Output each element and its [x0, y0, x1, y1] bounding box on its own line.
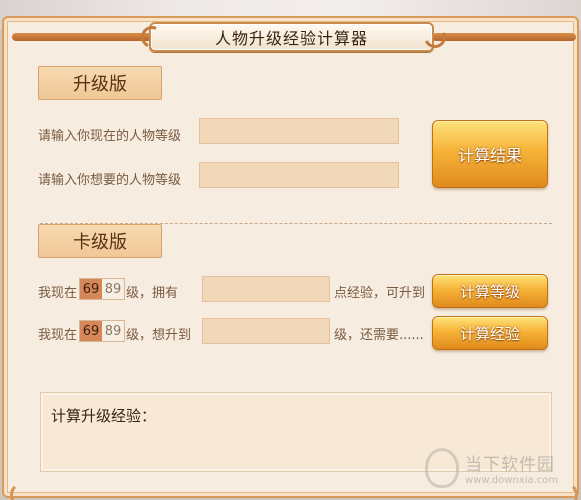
title-ornament-left — [12, 33, 152, 41]
row1-exp-input[interactable] — [202, 276, 330, 302]
window-title: 人物升级经验计算器 — [149, 22, 434, 52]
row1-prefix: 我现在 — [38, 286, 78, 301]
row2-max-level[interactable]: 89 — [102, 321, 124, 341]
section-card-label: 卡级版 — [38, 224, 162, 258]
downxia-logo-icon — [425, 447, 459, 488]
title-ornament-right — [432, 33, 576, 41]
result-label: 计算升级经验： — [51, 407, 157, 425]
row1-after: 点经验，可升到 — [334, 286, 426, 301]
section-upgrade-label: 升级版 — [38, 66, 162, 100]
corner-ornament-icon — [10, 482, 36, 500]
watermark: 当下软件园 www.downxia.com — [425, 440, 575, 495]
row1-max-level[interactable]: 89 — [102, 279, 124, 299]
row2-current-level[interactable]: 69 — [80, 321, 102, 341]
row2-suffix: 级，想升到 — [126, 328, 192, 343]
row2-level-selector[interactable]: 69 89 — [79, 320, 125, 342]
current-level-input[interactable] — [199, 118, 399, 144]
watermark-url: www.downxia.com — [465, 474, 559, 486]
target-level-input[interactable] — [199, 162, 399, 188]
row1-current-level[interactable]: 69 — [80, 279, 102, 299]
watermark-name: 当下软件园 — [465, 454, 555, 475]
window-title-text: 人物升级经验计算器 — [214, 29, 368, 48]
row2-prefix: 我现在 — [38, 328, 78, 343]
compute-level-button[interactable]: 计算等级 — [432, 274, 548, 308]
row1-level-selector[interactable]: 69 89 — [79, 278, 125, 300]
target-level-label: 请输入你想要的人物等级 — [38, 173, 182, 188]
row2-level-input[interactable] — [202, 318, 330, 344]
compute-exp-button[interactable]: 计算经验 — [432, 316, 548, 350]
compute-result-button[interactable]: 计算结果 — [432, 120, 548, 188]
row2-after: 级，还需要...... — [334, 328, 424, 343]
current-level-label: 请输入你现在的人物等级 — [38, 129, 182, 144]
row1-suffix: 级，拥有 — [126, 286, 179, 301]
calculator-panel: 人物升级经验计算器 升级版 请输入你现在的人物等级 请输入你想要的人物等级 计算… — [2, 16, 579, 500]
